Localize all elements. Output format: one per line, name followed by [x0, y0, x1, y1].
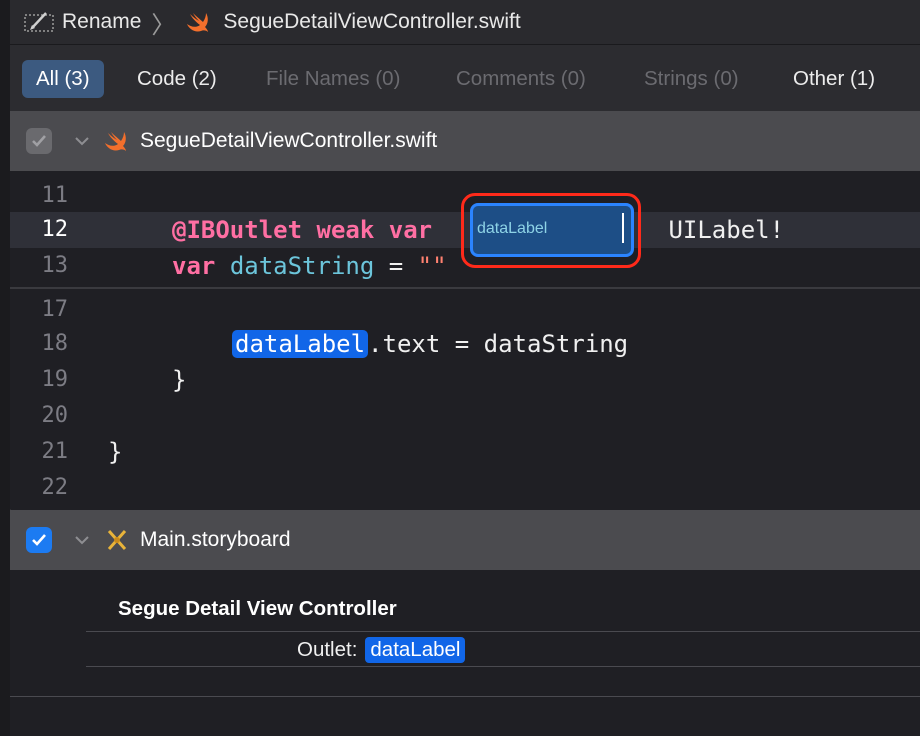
divider — [86, 631, 920, 632]
scene-title: Segue Detail View Controller — [118, 597, 397, 620]
code-text: var dataString = "" — [172, 252, 447, 280]
outlet-label: Outlet: — [297, 638, 358, 661]
filter-strings[interactable]: Strings (0) — [630, 60, 753, 98]
rename-field[interactable]: dataLabel — [477, 211, 547, 247]
filter-bar: All (3) Code (2) File Names (0) Comments… — [10, 45, 920, 111]
rename-match[interactable]: dataLabel — [232, 330, 369, 358]
filter-comments[interactable]: Comments (0) — [442, 60, 600, 98]
line-number: 19 — [41, 367, 69, 392]
code-line: 21 } — [10, 434, 920, 470]
storyboard-file-name: Main.storyboard — [140, 528, 291, 551]
rename-icon — [24, 10, 54, 34]
line-number: 22 — [41, 475, 69, 500]
swift-icon — [104, 129, 130, 153]
code-line: 22 — [10, 470, 920, 506]
storyboard-icon — [104, 528, 130, 552]
code-preview: 11 12 @IBOutlet weak var UILabel! 13 var… — [10, 171, 920, 509]
text-caret — [622, 213, 624, 243]
line-number: 18 — [41, 331, 69, 356]
swift-icon — [187, 11, 211, 33]
line-number: 12 — [41, 217, 69, 242]
code-line: 18 dataLabel .text = dataString — [10, 326, 920, 362]
breadcrumb-file[interactable]: SegueDetailViewController.swift — [223, 10, 520, 34]
code-text: UILabel! — [654, 216, 785, 244]
code-line: 20 — [10, 398, 920, 434]
chevron-down-icon[interactable] — [72, 535, 92, 545]
breadcrumb: Rename 〉 SegueDetailViewController.swift — [10, 0, 920, 45]
storyboard-details: Segue Detail View Controller Outlet: dat… — [10, 570, 920, 736]
swift-file-checkbox[interactable] — [26, 128, 52, 154]
code-text: } — [108, 438, 123, 466]
chevron-right-icon: 〉 — [151, 11, 176, 39]
swift-file-header[interactable]: SegueDetailViewController.swift — [10, 111, 920, 171]
line-number: 20 — [41, 403, 69, 428]
storyboard-file-header[interactable]: Main.storyboard — [10, 510, 920, 570]
filter-all[interactable]: All (3) — [22, 60, 104, 98]
outlet-match[interactable]: dataLabel — [365, 637, 466, 663]
filter-code[interactable]: Code (2) — [123, 60, 231, 98]
code-text: @IBOutlet weak var — [172, 216, 433, 244]
chevron-down-icon[interactable] — [72, 136, 92, 146]
filter-file-names[interactable]: File Names (0) — [252, 60, 414, 98]
storyboard-file-checkbox[interactable] — [26, 527, 52, 553]
collapsed-lines-separator — [10, 287, 920, 289]
outlet-row: Outlet: dataLabel — [297, 637, 466, 663]
code-line: 19 } — [10, 362, 920, 398]
line-number: 17 — [41, 297, 69, 322]
divider — [86, 666, 920, 667]
swift-file-name: SegueDetailViewController.swift — [140, 129, 438, 152]
line-number: 11 — [41, 183, 69, 208]
line-number: 21 — [41, 439, 69, 464]
line-number: 13 — [41, 253, 69, 278]
filter-other[interactable]: Other (1) — [779, 60, 889, 98]
code-line: 17 — [10, 292, 920, 328]
code-text: } — [172, 366, 187, 394]
divider — [10, 696, 920, 697]
breadcrumb-action[interactable]: Rename — [62, 10, 141, 34]
code-text: dataLabel .text = dataString — [232, 326, 628, 362]
